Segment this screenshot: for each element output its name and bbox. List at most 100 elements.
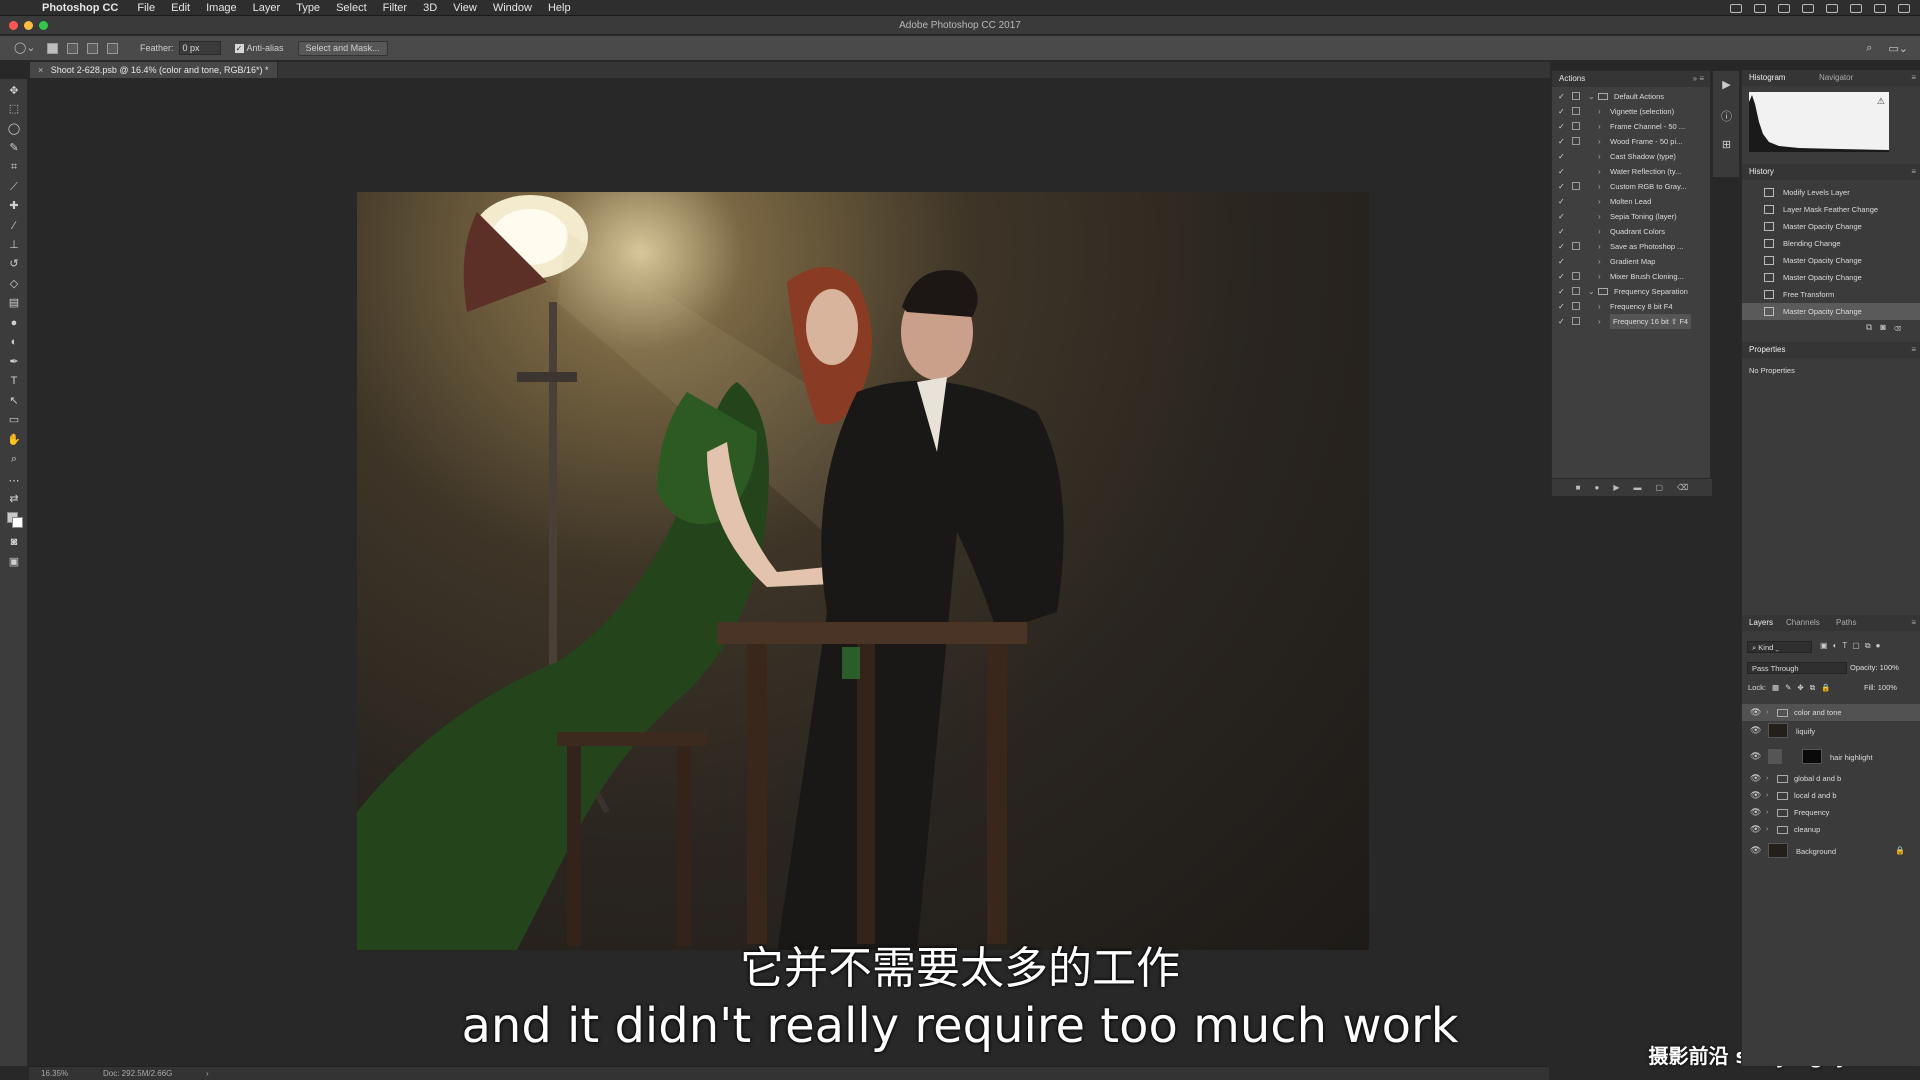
anti-alias-toggle[interactable]: ✓ Anti-alias xyxy=(234,43,284,53)
intersect-selection-mode-button[interactable] xyxy=(107,42,118,54)
stop-recording-icon[interactable]: ■ xyxy=(1576,479,1581,496)
history-state-row[interactable]: Layer Mask Feather Change xyxy=(1742,201,1920,218)
dialog-toggle-icon[interactable] xyxy=(1572,182,1580,190)
marquee-tool-icon[interactable]: ⬚ xyxy=(5,101,23,117)
history-state-row[interactable]: Master Opacity Change xyxy=(1742,269,1920,286)
action-row[interactable]: ✓ › Gradient Map xyxy=(1552,254,1712,269)
layer-row[interactable]: 👁 liquify xyxy=(1742,722,1920,741)
dialog-toggle-icon[interactable] xyxy=(1572,242,1580,250)
new-document-from-state-icon[interactable]: ⧉ xyxy=(1866,322,1880,332)
pixel-filter-icon[interactable]: ▣ xyxy=(1820,641,1833,650)
action-toggle-checkmark-icon[interactable]: ✓ xyxy=(1558,89,1565,104)
delete-icon[interactable]: ⌫ xyxy=(1677,479,1688,496)
menu-help[interactable]: Help xyxy=(548,2,571,14)
eye-icon[interactable]: 👁 xyxy=(1750,704,1761,721)
action-set-row[interactable]: ✓ ⌄ Frequency Separation xyxy=(1552,284,1712,299)
wifi-icon[interactable] xyxy=(1826,3,1838,13)
layer-row[interactable]: 👁 › global d and b xyxy=(1742,770,1920,787)
chevron-right-icon[interactable]: › xyxy=(1598,119,1601,134)
tab-channels[interactable]: Channels xyxy=(1786,615,1820,631)
action-toggle-checkmark-icon[interactable]: ✓ xyxy=(1558,179,1565,194)
opacity-input[interactable]: 100% xyxy=(1880,663,1899,672)
layer-mask-thumbnail[interactable] xyxy=(1802,749,1822,764)
eye-icon[interactable]: 👁 xyxy=(1750,770,1761,787)
action-toggle-checkmark-icon[interactable]: ✓ xyxy=(1558,299,1565,314)
chevron-right-icon[interactable]: › xyxy=(1598,194,1601,209)
action-toggle-checkmark-icon[interactable]: ✓ xyxy=(1558,104,1565,119)
adjustment-filter-icon[interactable]: ◐ xyxy=(1833,641,1843,650)
menu-layer[interactable]: Layer xyxy=(253,2,281,14)
menu-3d[interactable]: 3D xyxy=(423,2,437,14)
edit-toolbar-icon[interactable]: ⋯ xyxy=(5,473,23,489)
quick-selection-tool-icon[interactable]: ✎ xyxy=(5,140,23,156)
action-toggle-checkmark-icon[interactable]: ✓ xyxy=(1558,239,1565,254)
panel-menu-icon[interactable]: ≡ xyxy=(1911,164,1916,180)
eye-icon[interactable]: 👁 xyxy=(1750,787,1761,804)
lasso-tool-icon[interactable]: ◯ xyxy=(5,121,23,137)
action-set-row[interactable]: ✓ ⌄ Default Actions xyxy=(1552,89,1712,104)
clone-stamp-tool-icon[interactable]: ⊥ xyxy=(5,237,23,253)
chevron-right-icon[interactable]: › xyxy=(1598,134,1601,149)
creative-cloud-icon[interactable] xyxy=(1778,3,1790,13)
document-tab[interactable]: × Shoot 2-628.psb @ 16.4% (color and ton… xyxy=(30,62,278,78)
healing-brush-tool-icon[interactable]: ✚ xyxy=(5,198,23,214)
layer-row[interactable]: 👁 › color and tone xyxy=(1742,704,1920,721)
chevron-right-icon[interactable]: › xyxy=(1598,224,1601,239)
layer-row[interactable]: 👁 › cleanup xyxy=(1742,821,1920,838)
history-state-row[interactable]: Master Opacity Change xyxy=(1742,218,1920,235)
pen-tool-icon[interactable]: ✒ xyxy=(5,354,23,370)
action-row[interactable]: ✓ › Save as Photoshop ... xyxy=(1552,239,1712,254)
dialog-toggle-icon[interactable] xyxy=(1572,287,1580,295)
close-window-button[interactable] xyxy=(9,21,18,30)
history-state-row[interactable]: Free Transform xyxy=(1742,286,1920,303)
chevron-right-icon[interactable]: › xyxy=(1598,164,1601,179)
chevron-down-icon[interactable]: ⌄ xyxy=(1588,89,1595,104)
spotlight-icon[interactable] xyxy=(1874,3,1886,13)
add-selection-mode-button[interactable] xyxy=(67,42,78,54)
history-state-row[interactable]: Master Opacity Change xyxy=(1742,252,1920,269)
smart-object-filter-icon[interactable]: ⧉ xyxy=(1865,641,1876,650)
chevron-right-icon[interactable]: › xyxy=(1598,104,1601,119)
brush-tool-icon[interactable]: ∕ xyxy=(5,218,23,234)
snapshot-icon[interactable]: ◙ xyxy=(1880,322,1893,332)
history-brush-tool-icon[interactable]: ↺ xyxy=(5,256,23,272)
menu-file[interactable]: File xyxy=(137,2,155,14)
blur-tool-icon[interactable]: ● xyxy=(5,315,23,331)
actions-play-icon[interactable]: ▶ xyxy=(1718,77,1735,94)
menu-select[interactable]: Select xyxy=(336,2,367,14)
chevron-right-icon[interactable]: › xyxy=(1598,299,1601,314)
action-toggle-checkmark-icon[interactable]: ✓ xyxy=(1558,284,1565,299)
layer-name[interactable]: hair highlight xyxy=(1830,748,1873,767)
action-row[interactable]: ✓ › Water Reflection (ty... xyxy=(1552,164,1712,179)
tab-histogram[interactable]: Histogram xyxy=(1749,70,1785,86)
airplay-icon[interactable] xyxy=(1850,3,1862,13)
action-row[interactable]: ✓ › Vignette (selection) xyxy=(1552,104,1712,119)
canvas-area[interactable] xyxy=(29,78,1549,1066)
zoom-window-button[interactable] xyxy=(39,21,48,30)
action-row[interactable]: ✓ › Quadrant Colors xyxy=(1552,224,1712,239)
menu-filter[interactable]: Filter xyxy=(383,2,407,14)
layer-row[interactable]: 👁 Background 🔒 xyxy=(1742,842,1920,861)
app-menu[interactable]: Photoshop CC xyxy=(42,2,118,14)
panel-menu-icon[interactable]: ≡ xyxy=(1911,615,1916,631)
action-toggle-checkmark-icon[interactable]: ✓ xyxy=(1558,254,1565,269)
history-state-row[interactable]: Master Opacity Change xyxy=(1742,303,1920,320)
action-row[interactable]: ✓ › Frame Channel - 50 ... xyxy=(1552,119,1712,134)
default-colors-icon[interactable]: ⇄ xyxy=(5,491,23,507)
action-row[interactable]: ✓ › Frequency 16 bit ⇧ F4 xyxy=(1552,314,1712,329)
lasso-tool-preset-icon[interactable]: ◯⌄ xyxy=(14,41,38,55)
actions-panel-title[interactable]: Actions xyxy=(1559,74,1585,83)
search-icon[interactable]: ⌕ xyxy=(1866,42,1872,55)
workspace-icon[interactable]: ▭⌄ xyxy=(1888,42,1908,55)
lock-transparency-icon[interactable]: ▦ xyxy=(1772,683,1785,692)
eye-icon[interactable]: 👁 xyxy=(1750,722,1761,739)
eye-icon[interactable]: 👁 xyxy=(1750,842,1761,859)
action-toggle-checkmark-icon[interactable]: ✓ xyxy=(1558,194,1565,209)
action-toggle-checkmark-icon[interactable]: ✓ xyxy=(1558,164,1565,179)
action-row[interactable]: ✓ › Cast Shadow (type) xyxy=(1552,149,1712,164)
tab-navigator[interactable]: Navigator xyxy=(1819,70,1853,86)
chevron-right-icon[interactable]: › xyxy=(1598,239,1601,254)
eyedropper-tool-icon[interactable]: ⟋ xyxy=(5,179,23,195)
dropbox-icon[interactable] xyxy=(1754,3,1766,13)
crop-tool-icon[interactable]: ⌗ xyxy=(5,159,23,175)
